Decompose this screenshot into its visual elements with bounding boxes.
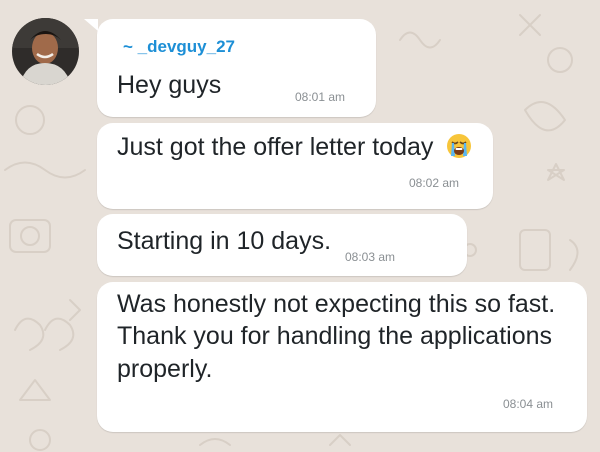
message-text-line: Was honestly not expecting this so fast. [117, 290, 556, 318]
message-text-content: Just got the offer letter today [117, 133, 434, 161]
message-timestamp: 08:01 am [295, 90, 346, 104]
message-timestamp: 08:02 am [409, 176, 460, 190]
message-bubble[interactable]: ~ _devguy_27 Hey guys 08:01 am [97, 19, 376, 117]
avatar-photo [12, 18, 79, 85]
message-text: Just got the offer letter today [117, 131, 472, 167]
loudly-crying-face-icon [446, 133, 472, 167]
message-text-line: properly. [117, 355, 213, 383]
message-bubble[interactable]: Was honestly not expecting this so fast.… [97, 282, 587, 432]
message-text: Hey guys [117, 71, 222, 99]
message-timestamp: 08:03 am [345, 250, 396, 264]
message-bubble[interactable]: Starting in 10 days. 08:03 am [97, 214, 467, 276]
message-bubble[interactable]: Just got the offer letter today 08:02 am [97, 123, 493, 209]
message-timestamp: 08:04 am [503, 397, 554, 411]
sender-name[interactable]: ~ _devguy_27 [123, 37, 235, 57]
bubble-tail [84, 19, 98, 31]
avatar[interactable] [12, 18, 79, 85]
message-text: Starting in 10 days. [117, 227, 332, 255]
message-text-line: Thank you for handling the applications [117, 322, 553, 350]
